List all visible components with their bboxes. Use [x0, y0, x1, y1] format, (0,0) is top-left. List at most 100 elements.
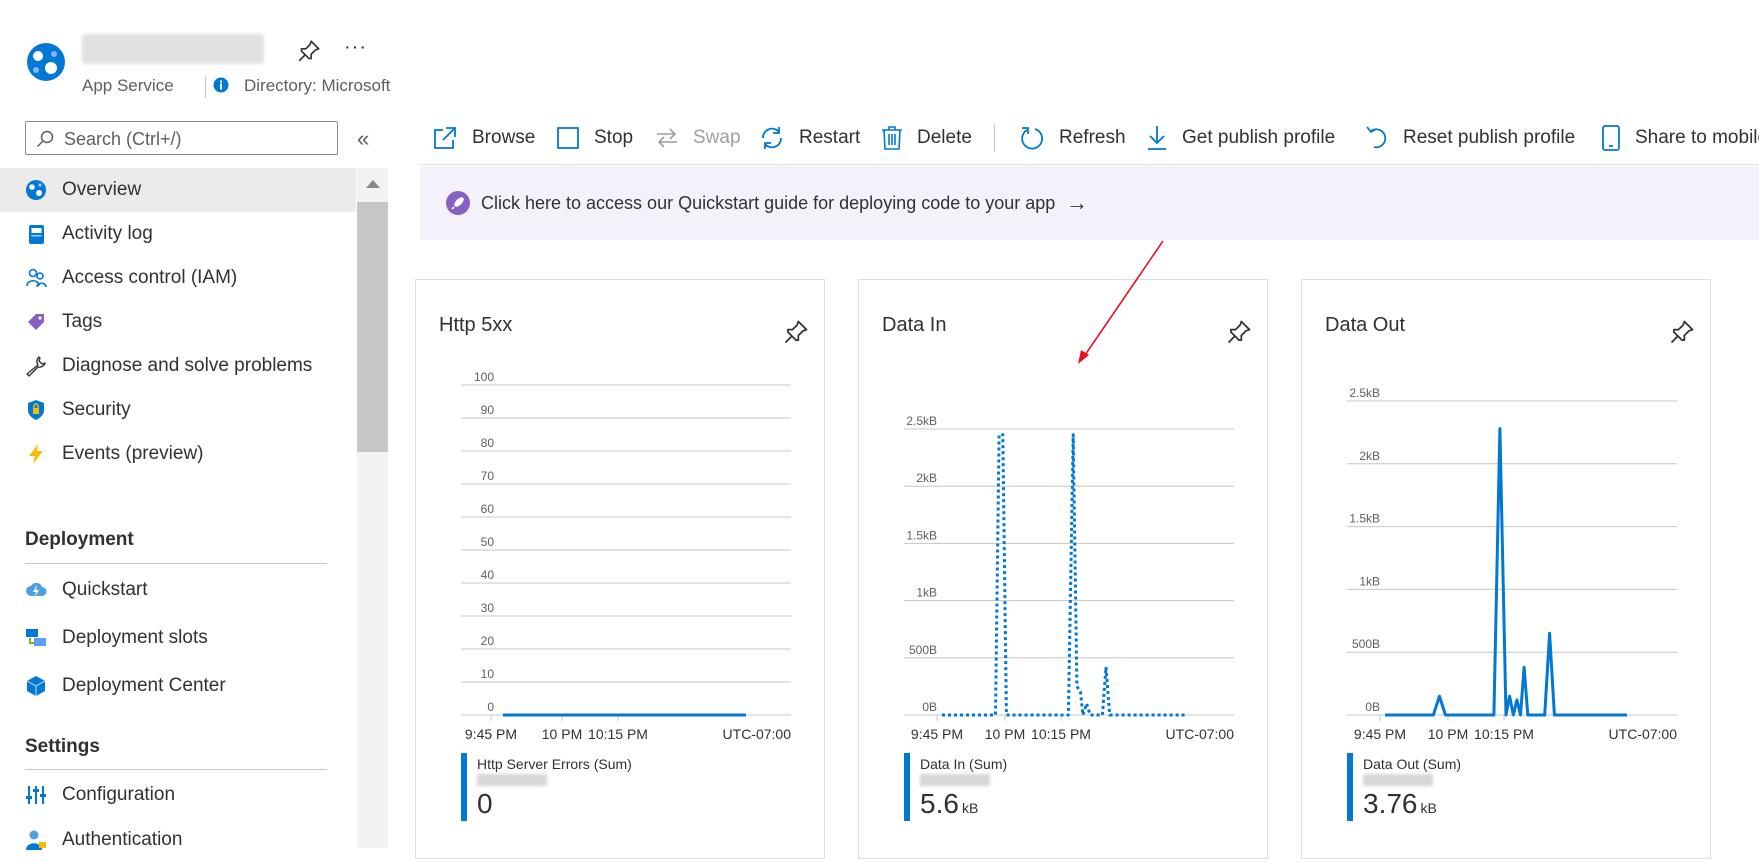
sliders-icon [26, 786, 46, 804]
sidebar-item-diagnose[interactable]: Diagnose and solve problems [0, 344, 356, 388]
sidebar-item-activity-log[interactable]: Activity log [0, 212, 356, 256]
more-actions-button[interactable]: ··· [344, 36, 367, 59]
sidebar-item-deployment-slots[interactable]: Deployment slots [0, 616, 356, 660]
refresh-icon [1021, 127, 1044, 150]
cube-icon [26, 676, 46, 696]
scroll-up-arrow-icon[interactable] [366, 180, 380, 188]
quickstart-link[interactable]: Click here to access our Quickstart guid… [481, 193, 1055, 214]
sidebar-item-label: Events (preview) [62, 443, 204, 464]
y-tick-label: 2.5kB [906, 414, 937, 428]
sidebar-item-events[interactable]: Events (preview) [0, 432, 356, 476]
x-tick-label: 10 PM [542, 726, 582, 742]
search-icon [36, 130, 54, 148]
slots-icon [26, 629, 46, 646]
legend-series-name: Data In (Sum) [920, 756, 1008, 772]
sidebar-item-access-control[interactable]: Access control (IAM) [0, 256, 356, 300]
tile-data-out[interactable]: Data Out 2.5kB 2kB 1.5kB 1kB 500B 0B 9:45 PM 10… [1301, 279, 1711, 859]
y-tick-label: 0 [487, 700, 494, 714]
header-divider [205, 76, 206, 98]
legend-value: 0 [477, 788, 496, 820]
legend-resource-name: kehrachtest [1363, 774, 1433, 786]
legend-value-number: 3.76 [1363, 788, 1418, 819]
sidebar-item-label: Overview [62, 179, 142, 200]
search-box[interactable] [25, 121, 338, 155]
sidebar-item-security[interactable]: Security [0, 388, 356, 432]
x-tick-label: 9:45 PM [1354, 726, 1406, 742]
restart-label: Restart [799, 127, 861, 148]
legend-resource-name: kehrachtest [920, 774, 990, 786]
get-publish-profile-label: Get publish profile [1182, 127, 1336, 148]
resource-type: App Service [82, 76, 174, 95]
y-tick-label: 20 [481, 634, 495, 648]
swap-icon [657, 128, 677, 148]
legend-value: 3.76 kB [1363, 788, 1437, 820]
stop-icon [557, 127, 579, 149]
section-title-deployment: Deployment [25, 529, 134, 550]
y-tick-label: 500B [909, 643, 937, 657]
collapse-sidebar-button[interactable]: « [357, 126, 369, 152]
y-tick-label: 50 [481, 535, 495, 549]
activity-log-icon [29, 225, 44, 244]
globe-icon [26, 180, 46, 200]
reset-publish-profile-label: Reset publish profile [1403, 127, 1576, 148]
y-tick-label: 10 [481, 667, 495, 681]
stop-label: Stop [594, 127, 634, 148]
external-link-icon [434, 127, 456, 149]
reset-icon [1366, 126, 1387, 149]
stop-button[interactable]: Stop [556, 118, 633, 158]
legend-value: 5.6 kB [920, 788, 978, 820]
y-tick-label: 1kB [916, 586, 937, 600]
data-out-chart: 2.5kB 2kB 1.5kB 1kB 500B 0B 9:45 PM 10 PM 10:15 … [1347, 386, 1678, 742]
x-tick-label: 9:45 PM [911, 726, 963, 742]
restart-button[interactable]: Restart [759, 118, 860, 158]
sidebar-item-quickstart[interactable]: Quickstart [0, 568, 356, 612]
y-tick-label: 1.5kB [906, 528, 937, 542]
cloud-lightning-icon [26, 582, 47, 597]
sidebar-item-overview[interactable]: Overview [0, 168, 356, 212]
shield-icon [28, 400, 44, 420]
reset-publish-profile-button[interactable]: Reset publish profile [1365, 118, 1575, 158]
toolbar-bottom-border [420, 164, 1759, 165]
refresh-label: Refresh [1059, 127, 1126, 148]
y-tick-label: 40 [481, 568, 495, 582]
browse-button[interactable]: Browse [432, 118, 535, 158]
y-tick-label: 90 [481, 403, 495, 417]
people-icon [26, 268, 47, 288]
search-input[interactable] [62, 126, 326, 152]
delete-button[interactable]: Delete [881, 118, 972, 158]
sidebar-scroll-thumb[interactable] [357, 202, 388, 452]
series-line [942, 433, 1185, 717]
sidebar-item-authentication[interactable]: Authentication [0, 818, 356, 862]
resource-name: kehrachtest [82, 34, 264, 64]
get-publish-profile-button[interactable]: Get publish profile [1146, 118, 1335, 158]
tile-data-in[interactable]: Data In 2.5kB 2kB 1.5kB 1kB 500B 0B 9:45 PM 10 … [858, 279, 1268, 859]
toolbar-divider [994, 124, 995, 152]
tile-http-5xx[interactable]: Http 5xx 100 90 80 70 60 50 40 30 20 10 0 9:45 PM 10… [415, 279, 825, 859]
series-line [1385, 427, 1627, 717]
y-tick-label: 1.5kB [1349, 512, 1380, 526]
pin-icon[interactable] [296, 38, 322, 64]
sidebar-item-label: Tags [62, 311, 103, 332]
legend-value-number: 0 [477, 788, 493, 819]
y-tick-label: 500B [1352, 637, 1380, 651]
sidebar-item-configuration[interactable]: Configuration [0, 773, 356, 817]
trash-icon [882, 126, 902, 150]
sidebar-item-deployment-center[interactable]: Deployment Center [0, 664, 356, 708]
x-tick-label: UTC-07:00 [1609, 726, 1678, 742]
x-tick-label: 10:15 PM [1474, 726, 1534, 742]
lightning-icon [29, 444, 43, 464]
sidebar-item-label: Security [62, 399, 131, 420]
x-tick-label: 10:15 PM [1031, 726, 1091, 742]
sidebar-item-label: Activity log [62, 223, 153, 244]
swap-button[interactable]: Swap [655, 118, 741, 158]
section-title-settings: Settings [25, 736, 100, 757]
swap-label: Swap [693, 127, 741, 148]
x-tick-label: 10 PM [1428, 726, 1468, 742]
share-to-mobile-button[interactable]: Share to mobile [1601, 118, 1759, 158]
refresh-button[interactable]: Refresh [1019, 118, 1126, 158]
x-tick-label: 10:15 PM [588, 726, 648, 742]
sidebar-item-tags[interactable]: Tags [0, 300, 356, 344]
x-tick-label: UTC-07:00 [723, 726, 792, 742]
y-tick-label: 2kB [1359, 449, 1380, 463]
data-in-chart: 2.5kB 2kB 1.5kB 1kB 500B 0B 9:45 PM 10 PM 10:15 … [904, 414, 1234, 742]
